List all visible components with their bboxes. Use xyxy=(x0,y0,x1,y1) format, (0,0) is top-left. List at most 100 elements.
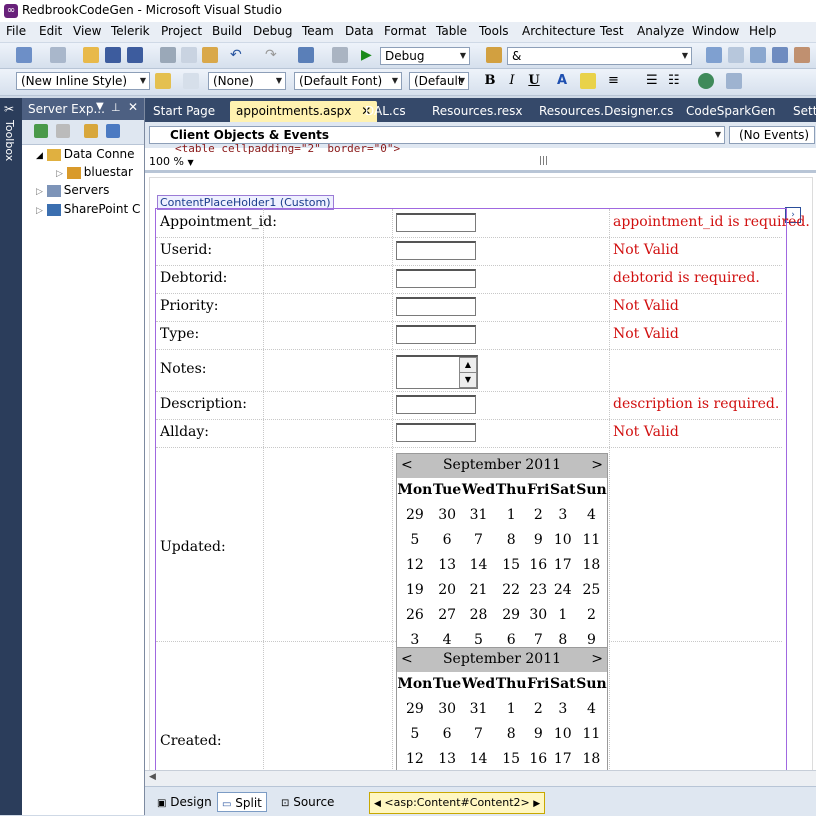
toolbox-strip[interactable]: ✂ Toolbox xyxy=(0,98,22,815)
calendar-day[interactable]: 3 xyxy=(550,502,576,527)
new-project-icon[interactable] xyxy=(16,47,32,63)
style-select[interactable]: (New Inline Style) ▼ xyxy=(16,72,150,90)
zoom-select[interactable]: 100 % ▼ xyxy=(149,155,194,168)
design-view-button[interactable]: ▣ Design xyxy=(153,792,216,812)
userid-input[interactable] xyxy=(396,241,476,260)
font-color-icon[interactable]: A xyxy=(554,73,570,89)
chevron-down-icon[interactable]: ▼ xyxy=(96,101,104,112)
paste-icon[interactable] xyxy=(202,47,218,63)
scroll-down-icon[interactable]: ▼ xyxy=(459,372,477,388)
calendar-day[interactable]: 2 xyxy=(576,602,607,627)
numbering-icon[interactable]: ☷ xyxy=(668,73,684,89)
hyperlink-icon[interactable] xyxy=(698,73,714,89)
find-combo[interactable]: & ▼ xyxy=(507,47,692,65)
calendar-day[interactable]: 30 xyxy=(433,696,462,721)
scroll-up-icon[interactable]: ▲ xyxy=(459,357,477,373)
calendar-day[interactable]: 29 xyxy=(397,502,433,527)
calendar-day[interactable]: 31 xyxy=(462,696,496,721)
tab-settings[interactable]: Sett xyxy=(787,101,816,122)
more-options-icon[interactable] xyxy=(726,73,742,89)
calendar-day[interactable]: 14 xyxy=(462,746,496,770)
chevron-right-icon[interactable]: ▷ xyxy=(56,169,63,179)
calendar-day[interactable]: 18 xyxy=(576,552,607,577)
source-pane[interactable]: <table cellpadding="2" border="0"> 100 %… xyxy=(145,142,816,173)
type-input[interactable] xyxy=(396,325,476,344)
menu-architecture[interactable]: Architecture xyxy=(522,24,595,38)
calendar-day[interactable]: 28 xyxy=(462,602,496,627)
notes-textarea[interactable]: ▲ ▼ xyxy=(396,355,478,389)
target-rule-icon[interactable] xyxy=(183,73,199,89)
calendar-day[interactable]: 24 xyxy=(550,577,576,602)
menu-team[interactable]: Team xyxy=(302,24,334,38)
open-file-icon[interactable] xyxy=(83,47,99,63)
properties-icon[interactable] xyxy=(728,47,744,63)
menu-analyze[interactable]: Analyze xyxy=(637,24,684,38)
chevron-down-icon[interactable]: ◢ xyxy=(36,151,43,161)
split-view-button[interactable]: ▭ Split xyxy=(217,792,267,812)
stop-refresh-icon[interactable] xyxy=(56,124,70,138)
tree-item-bluestar[interactable]: ▷ bluestar xyxy=(56,165,133,179)
tab-resources-resx[interactable]: Resources.resx xyxy=(426,101,529,122)
tab-appointments-aspx[interactable]: appointments.aspx ✕ xyxy=(230,101,378,122)
created-calendar[interactable]: < September 2011 > Mon Tue Wed Thu Fri Sat Sun… xyxy=(396,647,608,770)
source-view-button[interactable]: ⊡ Source xyxy=(277,792,338,812)
calendar-day[interactable]: 4 xyxy=(576,502,607,527)
calendar-day[interactable]: 3 xyxy=(550,696,576,721)
description-input[interactable] xyxy=(396,395,476,414)
menu-window[interactable]: Window xyxy=(692,24,739,38)
calendar-day[interactable]: 21 xyxy=(462,577,496,602)
calendar-day[interactable]: 15 xyxy=(495,552,526,577)
italic-icon[interactable]: I xyxy=(504,73,520,89)
start-debugging-icon[interactable]: ▶ xyxy=(361,47,377,63)
updated-calendar[interactable]: < September 2011 > Mon Tue Wed Thu Fri Sat Sun… xyxy=(396,453,608,653)
events-select[interactable]: (No Events) xyxy=(729,126,815,144)
menu-build[interactable]: Build xyxy=(212,24,242,38)
undo-icon[interactable]: ↶ xyxy=(230,47,246,63)
menu-help[interactable]: Help xyxy=(749,24,776,38)
tag-breadcrumb[interactable]: ◀ <asp:Content#Content2> ▶ xyxy=(369,792,546,814)
font-select[interactable]: (Default Font) ▼ xyxy=(294,72,402,90)
calendar-day[interactable]: 18 xyxy=(576,746,607,770)
calendar-day[interactable]: 7 xyxy=(462,721,496,746)
calendar-day[interactable]: 13 xyxy=(433,552,462,577)
calendar-day[interactable]: 9 xyxy=(527,527,550,552)
calendar-day[interactable]: 25 xyxy=(576,577,607,602)
close-icon[interactable]: ✕ xyxy=(128,100,138,114)
allday-input[interactable] xyxy=(396,423,476,442)
calendar-day[interactable]: 23 xyxy=(527,577,550,602)
menu-view[interactable]: View xyxy=(73,24,101,38)
solution-configuration-select[interactable]: Debug ▼ xyxy=(380,47,470,65)
menu-format[interactable]: Format xyxy=(384,24,426,38)
calendar-day[interactable]: 2 xyxy=(527,696,550,721)
horizontal-scrollbar[interactable]: ◀ xyxy=(145,770,816,787)
calendar-day[interactable]: 26 xyxy=(397,602,433,627)
calendar-day[interactable]: 1 xyxy=(495,502,526,527)
apply-style-icon[interactable] xyxy=(155,73,171,89)
font-size-select[interactable]: (Default ▼ xyxy=(409,72,469,90)
calendar-next-month[interactable]: > xyxy=(591,651,603,667)
highlight-icon[interactable] xyxy=(580,73,596,89)
add-item-icon[interactable] xyxy=(50,47,66,63)
appointment-id-input[interactable] xyxy=(396,213,476,232)
save-icon[interactable] xyxy=(105,47,121,63)
calendar-day[interactable]: 10 xyxy=(550,527,576,552)
calendar-day[interactable]: 27 xyxy=(433,602,462,627)
menu-test[interactable]: Test xyxy=(600,24,624,38)
calendar-day[interactable]: 10 xyxy=(550,721,576,746)
calendar-day[interactable]: 11 xyxy=(576,721,607,746)
tab-codesparkgen[interactable]: CodeSparkGen xyxy=(680,101,781,122)
menu-table[interactable]: Table xyxy=(436,24,467,38)
solution-explorer-icon[interactable] xyxy=(706,47,722,63)
menu-project[interactable]: Project xyxy=(161,24,202,38)
calendar-day[interactable]: 7 xyxy=(462,527,496,552)
copy-icon[interactable] xyxy=(181,47,197,63)
toolbox-icon[interactable] xyxy=(772,47,788,63)
menu-debug[interactable]: Debug xyxy=(253,24,292,38)
connect-to-database-icon[interactable] xyxy=(84,124,98,138)
menu-tools[interactable]: Tools xyxy=(479,24,509,38)
chevron-left-icon[interactable]: ◀ xyxy=(374,799,381,809)
calendar-day[interactable]: 30 xyxy=(433,502,462,527)
menu-data[interactable]: Data xyxy=(345,24,374,38)
calendar-day[interactable]: 20 xyxy=(433,577,462,602)
calendar-next-month[interactable]: > xyxy=(591,457,603,473)
